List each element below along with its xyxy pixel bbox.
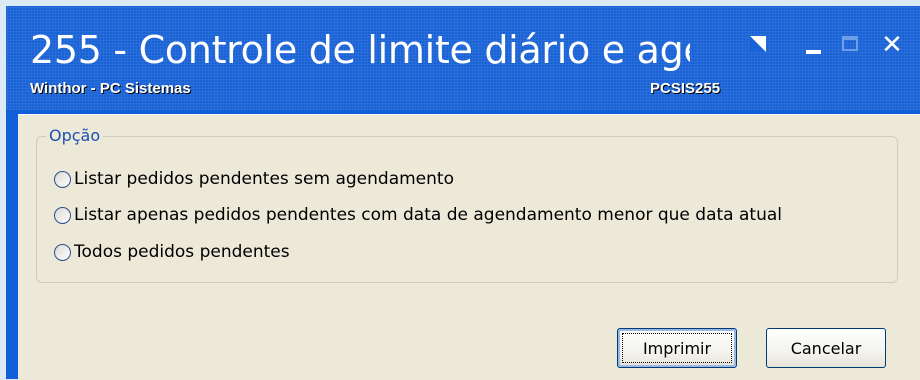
focus-rect <box>622 333 732 363</box>
options-group-legend: Opção <box>46 126 104 145</box>
option-label: Listar pedidos pendentes sem agendamento <box>74 169 454 189</box>
title-bar[interactable]: 255 - Controle de limite diário e age Wi… <box>6 6 920 110</box>
option-all-pending[interactable]: Todos pedidos pendentes <box>54 242 290 262</box>
option-pending-before-today[interactable]: Listar apenas pedidos pendentes com data… <box>54 205 782 225</box>
window-title: 255 - Controle de limite diário e age <box>30 28 690 72</box>
print-button[interactable]: Imprimir <box>617 328 737 368</box>
close-button[interactable]: ✕ <box>877 32 907 60</box>
radio-button[interactable] <box>54 206 71 224</box>
window-subtitle: Winthor - PC Sistemas <box>30 80 191 97</box>
cancel-button[interactable]: Cancelar <box>766 328 886 368</box>
close-icon: ✕ <box>881 30 903 60</box>
program-code: PCSIS255 <box>650 80 721 97</box>
option-label: Todos pedidos pendentes <box>74 242 290 262</box>
window: 255 - Controle de limite diário e age Wi… <box>6 6 920 380</box>
maximize-button[interactable] <box>839 32 865 60</box>
dialog-body: Opção Listar pedidos pendentes sem agend… <box>18 114 920 380</box>
restore-button[interactable] <box>747 32 773 60</box>
radio-button[interactable] <box>54 243 71 261</box>
radio-button[interactable] <box>54 170 71 188</box>
cancel-button-label: Cancelar <box>790 338 862 358</box>
minimize-button[interactable] <box>801 32 827 60</box>
option-pending-without-schedule[interactable]: Listar pedidos pendentes sem agendamento <box>54 169 454 189</box>
option-label: Listar apenas pedidos pendentes com data… <box>74 205 782 225</box>
